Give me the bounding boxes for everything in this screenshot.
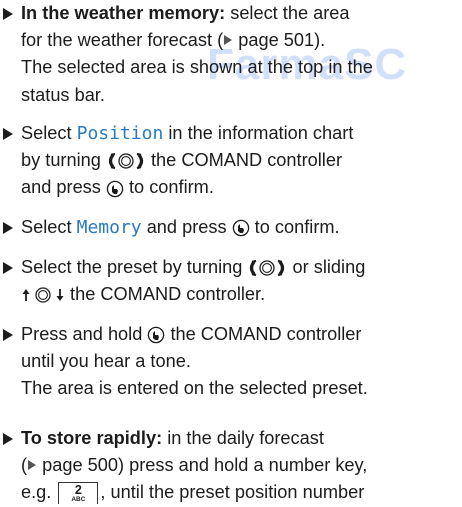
key-letters: ABC bbox=[71, 495, 86, 503]
step-line: e.g. 2 ABC, until the preset position num… bbox=[0, 479, 462, 506]
page-reference: page 500) press and hold a number key, bbox=[37, 455, 368, 476]
step-text: e.g. bbox=[21, 482, 57, 503]
step-text: the COMAND controller bbox=[145, 150, 343, 171]
step-line: for the weather forecast ( page 501). bbox=[0, 27, 462, 54]
step-text: the COMAND controller bbox=[165, 324, 362, 344]
press-controller-icon bbox=[232, 219, 250, 237]
step-select-position: Select Position in the information chart… bbox=[0, 120, 462, 202]
step-line: Select Memory and press to confirm. bbox=[0, 214, 462, 241]
step-text: The selected area is shown at the top in… bbox=[21, 57, 373, 78]
step-text: the COMAND controller. bbox=[65, 284, 266, 305]
step-text: and press bbox=[21, 177, 106, 198]
step-text: to confirm. bbox=[123, 177, 214, 198]
turn-controller-icon bbox=[247, 259, 287, 277]
step-bullet-icon bbox=[3, 222, 13, 234]
step-text: ( bbox=[21, 455, 28, 476]
page-reference-icon bbox=[224, 35, 233, 46]
step-line: Select Position in the information chart bbox=[0, 120, 462, 147]
page-reference-icon bbox=[28, 460, 37, 471]
press-controller-icon bbox=[106, 180, 124, 198]
step-text: , until the preset position number bbox=[100, 482, 365, 503]
menu-item-memory: Memory bbox=[76, 217, 142, 238]
step-text: until you hear a tone. bbox=[21, 351, 191, 372]
step-text: Press and hold bbox=[21, 324, 148, 344]
step-line: until you hear a tone. bbox=[0, 348, 462, 375]
step-line: The selected area is shown at the top in… bbox=[0, 54, 462, 81]
press-controller-icon bbox=[147, 326, 165, 344]
step-bullet-icon bbox=[3, 128, 13, 140]
step-result: The area is entered on the selected pres… bbox=[21, 378, 368, 399]
step-line: by turning the COMAND controller bbox=[0, 147, 462, 174]
key-number: 2 bbox=[74, 482, 82, 497]
step-weather-memory: In the weather memory: select the area f… bbox=[0, 0, 462, 109]
step-select-memory: Select Memory and press to confirm. bbox=[0, 214, 462, 241]
step-line: Press and hold the COMAND controller bbox=[0, 321, 462, 348]
step-line: In the weather memory: select the area bbox=[0, 0, 462, 27]
step-text: status bar. bbox=[21, 84, 105, 105]
step-text: by turning bbox=[21, 150, 106, 171]
step-line: Select the preset by turning or sliding bbox=[0, 254, 462, 281]
step-store-rapidly: To store rapidly: in the daily forecast … bbox=[0, 425, 462, 507]
step-line: ( page 500) press and hold a number key, bbox=[0, 452, 462, 479]
step-line: the COMAND controller. bbox=[0, 281, 462, 308]
step-text: and press bbox=[141, 217, 232, 237]
step-text: or sliding bbox=[287, 257, 366, 277]
step-bullet-icon bbox=[3, 262, 13, 274]
step-heading: To store rapidly: bbox=[21, 428, 163, 448]
number-key-icon: 2 ABC bbox=[58, 481, 99, 504]
step-bullet-icon bbox=[3, 8, 13, 20]
step-text: to confirm. bbox=[249, 217, 340, 237]
step-bullet-icon bbox=[3, 329, 13, 341]
step-text: in the information chart bbox=[163, 123, 354, 143]
menu-item-position: Position bbox=[76, 123, 164, 144]
step-text: select the area bbox=[225, 3, 350, 23]
page-reference: page 501). bbox=[233, 30, 326, 51]
slide-controller-icon bbox=[21, 286, 65, 304]
step-press-and-hold: Press and hold the COMAND controller unt… bbox=[0, 321, 462, 403]
step-text: Select bbox=[21, 123, 77, 143]
step-text: Select the preset by turning bbox=[21, 257, 248, 277]
step-line: To store rapidly: in the daily forecast bbox=[0, 425, 462, 452]
step-text: in the daily forecast bbox=[162, 428, 324, 448]
step-heading: In the weather memory: bbox=[21, 3, 226, 23]
step-line: The area is entered on the selected pres… bbox=[0, 375, 462, 402]
step-bullet-icon bbox=[3, 433, 13, 445]
step-line: and press to confirm. bbox=[0, 174, 462, 201]
step-text: for the weather forecast ( bbox=[21, 30, 224, 51]
step-select-preset: Select the preset by turning or sliding … bbox=[0, 254, 462, 308]
manual-page: FarmaSC In the weather memory: select th… bbox=[0, 0, 462, 507]
step-line: status bar. bbox=[0, 82, 462, 109]
step-text: Select bbox=[21, 217, 77, 237]
turn-controller-icon bbox=[106, 152, 146, 170]
